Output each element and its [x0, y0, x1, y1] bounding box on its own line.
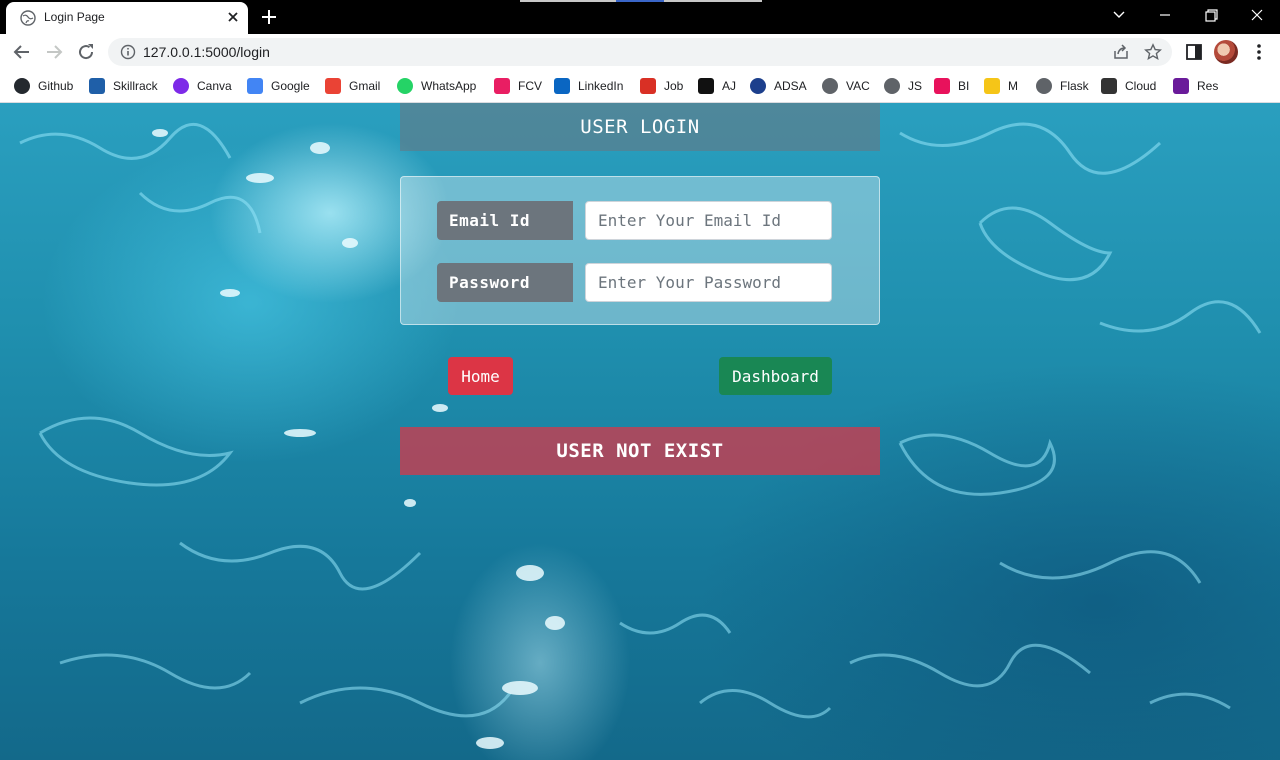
email-input[interactable]: [585, 201, 832, 240]
password-input[interactable]: [585, 263, 832, 302]
browser-tab[interactable]: Login Page: [6, 2, 248, 34]
github-icon: [14, 78, 30, 94]
bookmark-label: FCV: [518, 79, 542, 93]
bookmark-whatsapp[interactable]: WhatsApp: [397, 77, 476, 95]
bookmark-bi[interactable]: BI: [934, 77, 969, 95]
globe-icon: [20, 10, 36, 26]
tab-search-icon[interactable]: [1105, 4, 1133, 26]
bookmark-label: Github: [38, 79, 74, 93]
google-icon: [247, 78, 263, 94]
close-window-icon[interactable]: [1243, 4, 1271, 26]
bookmark-res[interactable]: Res: [1173, 77, 1218, 95]
restore-icon[interactable]: [1197, 4, 1225, 26]
login-header: USER LOGIN: [400, 103, 880, 151]
bookmark-label: LinkedIn: [578, 79, 624, 93]
minimize-icon[interactable]: [1151, 4, 1179, 26]
bookmark-skillrack[interactable]: Skillrack: [89, 77, 158, 95]
bookmark-github[interactable]: Github: [14, 77, 73, 95]
ad-icon: [750, 78, 766, 94]
side-panel-icon[interactable]: [1185, 43, 1203, 61]
bookmark-label: Cloud: [1125, 79, 1157, 93]
error-message: USER NOT EXIST: [556, 440, 724, 462]
bookmark-label: JS: [908, 79, 923, 93]
res-icon: [1173, 78, 1189, 94]
bookmark-job[interactable]: Job: [640, 77, 683, 95]
gmail-icon: [325, 78, 341, 94]
password-label: Password: [437, 263, 573, 302]
skillrack-icon: [89, 78, 105, 94]
fcv-icon: [494, 78, 510, 94]
login-form: Email Id Password: [400, 176, 880, 325]
forward-arrow-icon[interactable]: [43, 41, 65, 63]
bookmark-aj[interactable]: AJ: [698, 77, 736, 95]
bookmark-label: BI: [958, 79, 970, 93]
job-icon: [640, 78, 656, 94]
globe-icon: [884, 78, 900, 94]
globe-icon: [822, 78, 838, 94]
canva-icon: [173, 78, 189, 94]
bookmark-label: Res: [1197, 79, 1219, 93]
bookmark-fcv[interactable]: FCV: [494, 77, 542, 95]
email-label: Email Id: [437, 201, 573, 240]
site-info-icon[interactable]: [120, 44, 136, 60]
bookmark-js[interactable]: JS: [884, 77, 922, 95]
bookmark-label: Google: [271, 79, 310, 93]
bookmark-google[interactable]: Google: [247, 77, 310, 95]
tab-strip-indicator-active: [616, 0, 664, 2]
bookmark-canva[interactable]: Canva: [173, 77, 232, 95]
whatsapp-icon: [397, 78, 413, 94]
amazon-icon: [698, 78, 714, 94]
linkedin-icon: [554, 78, 570, 94]
page-title: USER LOGIN: [580, 116, 700, 138]
share-icon[interactable]: [1112, 43, 1130, 61]
bookmark-m[interactable]: M: [984, 77, 1018, 95]
bookmarks-bar: Github Skillrack Canva Google Gmail WhatsApp F…: [0, 70, 1280, 103]
bookmark-label: VAC: [846, 79, 870, 93]
profile-avatar[interactable]: [1214, 40, 1238, 64]
address-bar[interactable]: 127.0.0.1:5000/login: [108, 38, 1172, 66]
bookmark-label: M: [1008, 79, 1018, 93]
reload-icon[interactable]: [75, 41, 97, 63]
new-tab-icon[interactable]: [258, 6, 280, 28]
m-icon: [984, 78, 1000, 94]
tab-title: Login Page: [44, 10, 105, 24]
bookmark-cloud[interactable]: Cloud: [1101, 77, 1156, 95]
bookmark-star-icon[interactable]: [1144, 43, 1162, 61]
tab-strip: Login Page: [0, 0, 1280, 34]
globe-icon: [1036, 78, 1052, 94]
bookmark-label: AJ: [722, 79, 737, 93]
bookmark-vac[interactable]: VAC: [822, 77, 870, 95]
bookmark-flask[interactable]: Flask: [1036, 77, 1089, 95]
more-menu-icon[interactable]: [1250, 42, 1268, 62]
dashboard-button[interactable]: Dashboard: [719, 357, 832, 395]
bookmark-label: Flask: [1060, 79, 1089, 93]
bookmark-label: Skillrack: [113, 79, 158, 93]
bookmark-label: Gmail: [349, 79, 381, 93]
close-tab-icon[interactable]: [224, 8, 242, 26]
bookmark-linkedin[interactable]: LinkedIn: [554, 77, 623, 95]
page-background: USER LOGIN Email Id Password Home Dashbo…: [0, 103, 1280, 760]
bookmark-label: WhatsApp: [421, 79, 477, 93]
error-alert: USER NOT EXIST: [400, 427, 880, 475]
bi-icon: [934, 78, 950, 94]
bookmark-label: ADSA: [774, 79, 807, 93]
back-arrow-icon[interactable]: [11, 41, 33, 63]
bookmark-adsa[interactable]: ADSA: [750, 77, 807, 95]
browser-toolbar: 127.0.0.1:5000/login: [0, 34, 1280, 70]
bookmark-gmail[interactable]: Gmail: [325, 77, 380, 95]
bookmark-label: Canva: [197, 79, 232, 93]
home-button[interactable]: Home: [448, 357, 513, 395]
url-text[interactable]: 127.0.0.1:5000/login: [143, 44, 270, 60]
bookmark-label: Job: [664, 79, 684, 93]
cloud-icon: [1101, 78, 1117, 94]
